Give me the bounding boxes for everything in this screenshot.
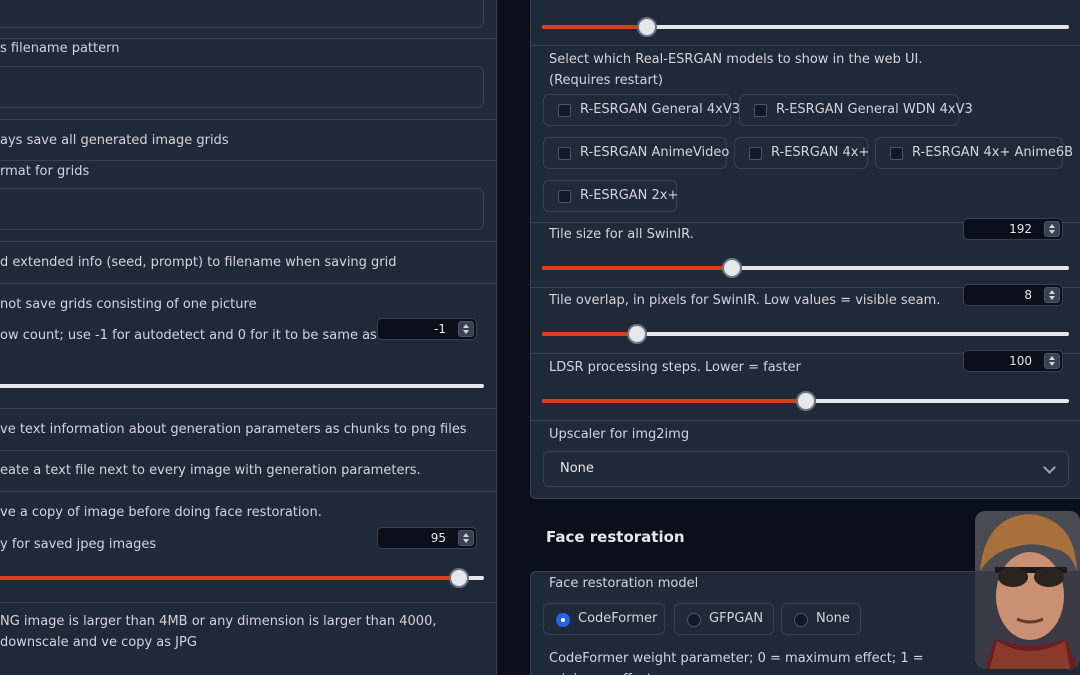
slider-thumb[interactable] <box>795 391 816 411</box>
divider <box>0 38 496 39</box>
divider <box>0 160 496 161</box>
codeformer-weight-label: CodeFormer weight parameter; 0 = maximum… <box>549 651 924 675</box>
checkbox-icon <box>558 104 571 117</box>
slider-thumb[interactable] <box>626 324 647 344</box>
filename-pattern-label: s filename pattern <box>0 41 120 56</box>
jpeg-quality-value: 95 <box>430 531 446 545</box>
jpeg-quality-input[interactable]: 95 <box>377 527 477 549</box>
divider <box>0 119 496 120</box>
save-before-face-checkbox[interactable]: ve a copy of image before doing face res… <box>0 505 322 520</box>
chevron-down-icon <box>1043 461 1056 474</box>
divider <box>0 450 496 451</box>
spinner-icon[interactable] <box>458 321 474 337</box>
divider <box>0 491 496 492</box>
swinir-overlap-label: Tile overlap, in pixels for SwinIR. Low … <box>549 293 941 308</box>
face-model-codeformer[interactable]: CodeFormer <box>543 603 665 635</box>
checkbox-icon <box>749 147 762 160</box>
checkbox-icon <box>558 147 571 160</box>
esrgan-model-option[interactable]: R-ESRGAN General WDN 4xV3 <box>739 94 973 126</box>
radio-icon <box>794 613 808 627</box>
divider <box>0 283 496 284</box>
divider <box>531 420 1080 421</box>
jpeg-quality-label: y for saved jpeg images <box>0 537 157 552</box>
face-restoration-title: Face restoration <box>546 528 685 546</box>
checkbox-icon <box>754 104 767 117</box>
upscaler-img2img-select[interactable]: None <box>543 451 1069 487</box>
option-label: GFPGAN <box>709 611 764 626</box>
esrgan-model-option[interactable]: R-ESRGAN AnimeVideo <box>543 137 730 169</box>
ldsr-steps-slider[interactable] <box>542 391 1069 411</box>
grid-format-input[interactable] <box>0 188 484 230</box>
face-model-none[interactable]: None <box>781 603 861 635</box>
checkbox-icon <box>890 147 903 160</box>
spinner-icon[interactable] <box>1044 221 1060 237</box>
esrgan-models-label: Select which Real-ESRGAN models to show … <box>549 52 923 88</box>
option-label: None <box>816 611 850 626</box>
filename-pattern-input[interactable] <box>0 66 484 108</box>
row-count-slider[interactable] <box>0 384 484 388</box>
esrgan-model-option[interactable]: R-ESRGAN 2x+ <box>543 180 679 212</box>
swinir-tile-input[interactable]: 192 <box>963 218 1063 240</box>
option-label: CodeFormer <box>578 611 658 626</box>
option-label: R-ESRGAN General 4xV3 <box>580 102 741 117</box>
swinir-overlap-input[interactable]: 8 <box>963 284 1063 306</box>
swinir-tile-value: 192 <box>1009 222 1032 236</box>
option-label: R-ESRGAN 4x+ Anime6B <box>912 145 1074 160</box>
radio-icon <box>556 613 570 627</box>
slider-fill <box>0 576 460 580</box>
ldsr-steps-input[interactable]: 100 <box>963 350 1063 372</box>
option-label: R-ESRGAN General WDN 4xV3 <box>776 102 973 117</box>
checkbox-icon <box>558 190 571 203</box>
row-count-input[interactable]: -1 <box>377 318 477 340</box>
slider-fill <box>542 399 806 403</box>
swinir-overlap-value: 8 <box>1024 288 1032 302</box>
ldsr-steps-value: 100 <box>1009 354 1032 368</box>
face-model-gfpgan[interactable]: GFPGAN <box>674 603 774 635</box>
text-file-checkbox[interactable]: eate a text file next to every image wit… <box>0 463 421 478</box>
divider <box>0 241 496 242</box>
spinner-icon[interactable] <box>458 530 474 546</box>
spinner-icon[interactable] <box>1044 287 1060 303</box>
row-count-label: ow count; use -1 for autodetect and 0 fo… <box>0 328 418 343</box>
downscale-jpg-checkbox[interactable]: NG image is larger than 4MB or any dimen… <box>0 611 485 653</box>
png-chunks-checkbox[interactable]: ve text information about generation par… <box>0 422 467 437</box>
swinir-tile-slider[interactable] <box>542 258 1069 278</box>
upscaler-selected-value: None <box>560 461 594 476</box>
divider <box>0 602 496 603</box>
grid-format-label: rmat for grids <box>0 164 90 179</box>
slider-fill <box>542 332 637 336</box>
swinir-overlap-slider[interactable] <box>542 324 1069 344</box>
face-model-label: Face restoration model <box>549 576 699 591</box>
row-count-value: -1 <box>434 322 446 336</box>
option-label: R-ESRGAN 4x+ <box>771 145 870 160</box>
extended-info-checkbox[interactable]: d extended info (seed, prompt) to filena… <box>0 255 397 270</box>
option-label: R-ESRGAN 2x+ <box>580 188 679 203</box>
radio-icon <box>687 613 701 627</box>
prior-textbox[interactable] <box>0 0 484 28</box>
esrgan-model-option[interactable]: R-ESRGAN General 4xV3 <box>543 94 740 126</box>
webcam-presenter-avatar <box>975 511 1080 669</box>
swinir-tile-label: Tile size for all SwinIR. <box>549 227 694 242</box>
esrgan-model-option[interactable]: R-ESRGAN 4x+ <box>734 137 870 169</box>
slider-fill <box>542 25 648 29</box>
top-slider[interactable] <box>542 17 1069 37</box>
always-save-grids-checkbox[interactable]: ays save all generated image grids <box>0 133 229 148</box>
option-label: R-ESRGAN AnimeVideo <box>580 145 730 160</box>
no-single-grid-checkbox[interactable]: not save grids consisting of one picture <box>0 297 257 312</box>
upscaler-img2img-label: Upscaler for img2img <box>549 427 690 442</box>
ldsr-steps-label: LDSR processing steps. Lower = faster <box>549 360 801 375</box>
divider <box>0 408 496 409</box>
esrgan-model-option[interactable]: R-ESRGAN 4x+ Anime6B <box>875 137 1073 169</box>
divider <box>531 45 1080 46</box>
spinner-icon[interactable] <box>1044 353 1060 369</box>
jpeg-quality-slider[interactable] <box>0 568 484 588</box>
slider-thumb[interactable] <box>721 258 742 278</box>
slider-fill <box>542 266 732 270</box>
